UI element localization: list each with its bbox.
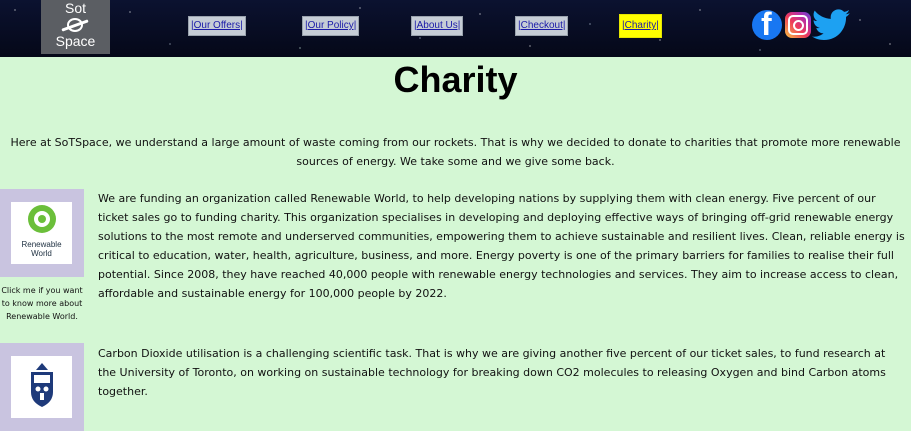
nav-link-our-offers[interactable]: |Our Offers| <box>188 16 246 36</box>
renewable-world-logo-text: Renewable World <box>21 240 62 258</box>
twitter-icon[interactable] <box>812 8 850 42</box>
sotspace-logo[interactable]: Sot Space <box>41 0 110 54</box>
renewable-world-logo-link[interactable]: Renewable World <box>0 189 84 277</box>
nav-link-about-us[interactable]: |About Us| <box>411 16 464 36</box>
carbon-research-description: Carbon Dioxide utilisation is a challeng… <box>98 347 886 398</box>
logo-line-1: Sot <box>64 0 86 16</box>
crest-icon <box>31 363 53 407</box>
facebook-icon[interactable]: f <box>752 8 782 40</box>
header-bar: Sot Space |Our Offers| |Our Policy| |Abo… <box>0 0 911 57</box>
renewable-world-logo: Renewable World <box>11 202 72 264</box>
renewable-world-description: We are funding an organization called Re… <box>98 192 905 300</box>
nav-link-charity[interactable]: |Charity| <box>619 14 662 38</box>
instagram-icon[interactable] <box>785 12 811 38</box>
planet-icon <box>41 16 110 34</box>
university-of-toronto-logo <box>11 356 72 418</box>
intro-paragraph: Here at SoTSpace, we understand a large … <box>10 136 901 168</box>
logo-line-2: Space <box>55 33 96 49</box>
page-title: Charity <box>393 59 518 100</box>
renewable-world-caption[interactable]: Click me if you want to know more about … <box>0 284 84 323</box>
nav-link-checkout[interactable]: |Checkout| <box>515 16 569 36</box>
swirl-icon <box>28 205 56 233</box>
university-of-toronto-logo-link[interactable] <box>0 343 84 431</box>
nav-link-our-policy[interactable]: |Our Policy| <box>302 16 360 36</box>
